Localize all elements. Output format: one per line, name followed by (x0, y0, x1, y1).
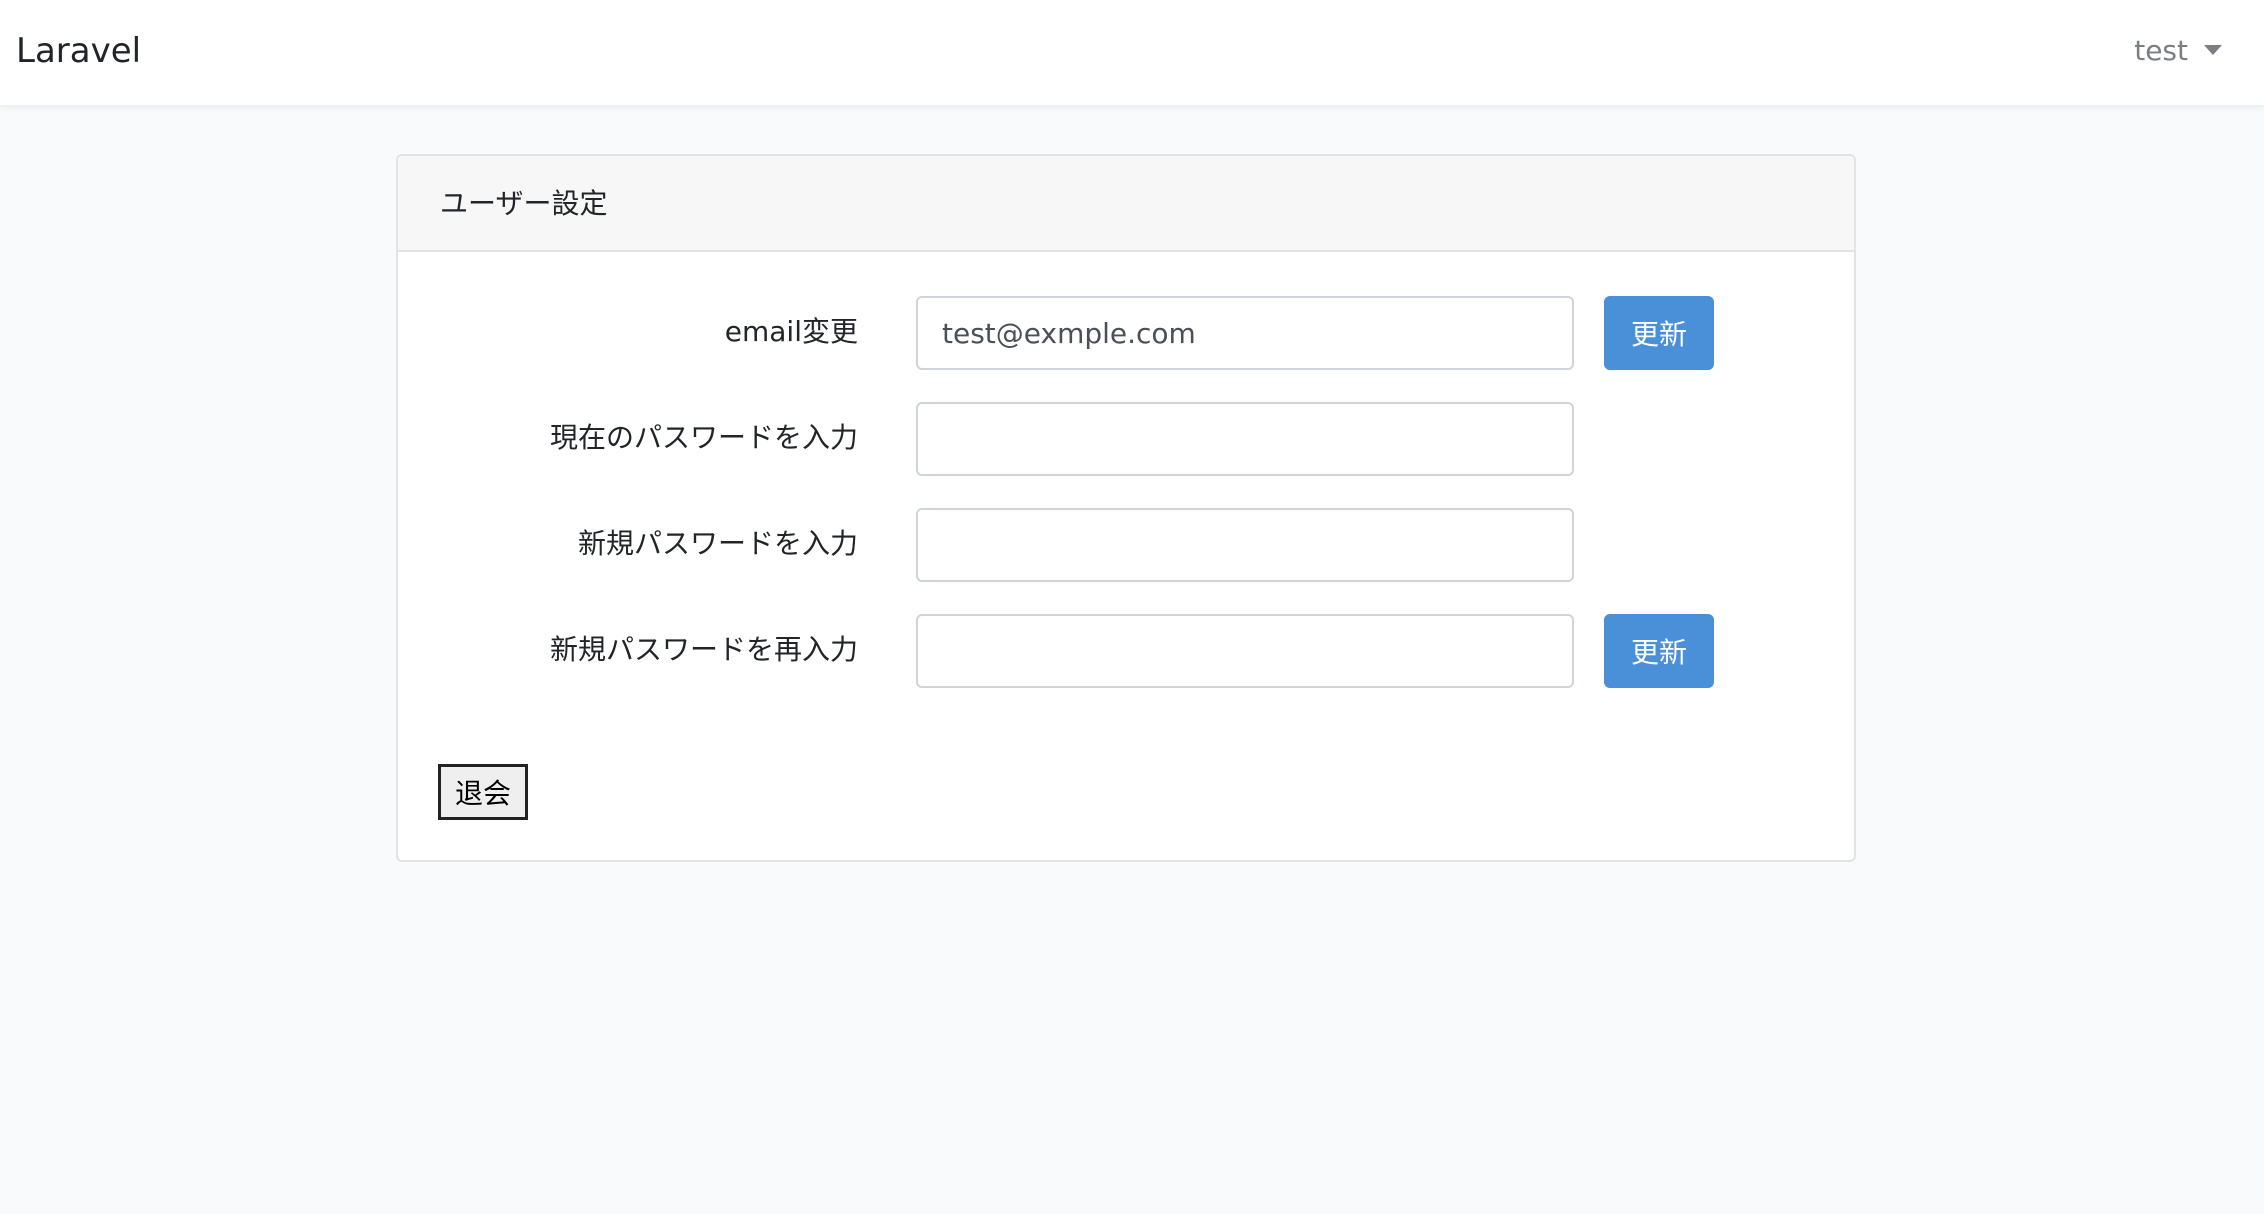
current-password-input[interactable] (916, 402, 1574, 476)
card-header: ユーザー設定 (398, 156, 1854, 252)
new-password-label-wrap: 新規パスワードを入力 (398, 508, 858, 582)
current-password-label-wrap: 現在のパスワードを入力 (398, 402, 858, 476)
confirm-password-input[interactable] (916, 614, 1574, 688)
card-title: ユーザー設定 (440, 187, 608, 220)
confirm-password-label: 新規パスワードを再入力 (549, 633, 858, 666)
password-update-button[interactable]: 更新 (1604, 614, 1714, 688)
email-input[interactable] (916, 296, 1574, 370)
email-label: email変更 (724, 315, 858, 348)
new-password-input[interactable] (916, 508, 1574, 582)
current-password-label: 現在のパスワードを入力 (549, 421, 858, 454)
withdraw-button[interactable]: 退会 (438, 764, 528, 820)
confirm-password-label-wrap: 新規パスワードを再入力 (398, 614, 858, 688)
brand-link[interactable]: Laravel (16, 28, 141, 74)
caret-down-icon (2204, 45, 2222, 55)
user-settings-card: ユーザー設定 email変更 更新 現在のパスワードを入力 新規パスワードを入力… (396, 154, 1856, 862)
email-update-button[interactable]: 更新 (1604, 296, 1714, 370)
new-password-label: 新規パスワードを入力 (577, 527, 858, 560)
email-label-wrap: email変更 (398, 296, 858, 370)
user-dropdown-toggle[interactable]: test (2134, 30, 2222, 70)
user-name: test (2134, 33, 2188, 67)
top-navbar: Laravel test (0, 0, 2264, 105)
